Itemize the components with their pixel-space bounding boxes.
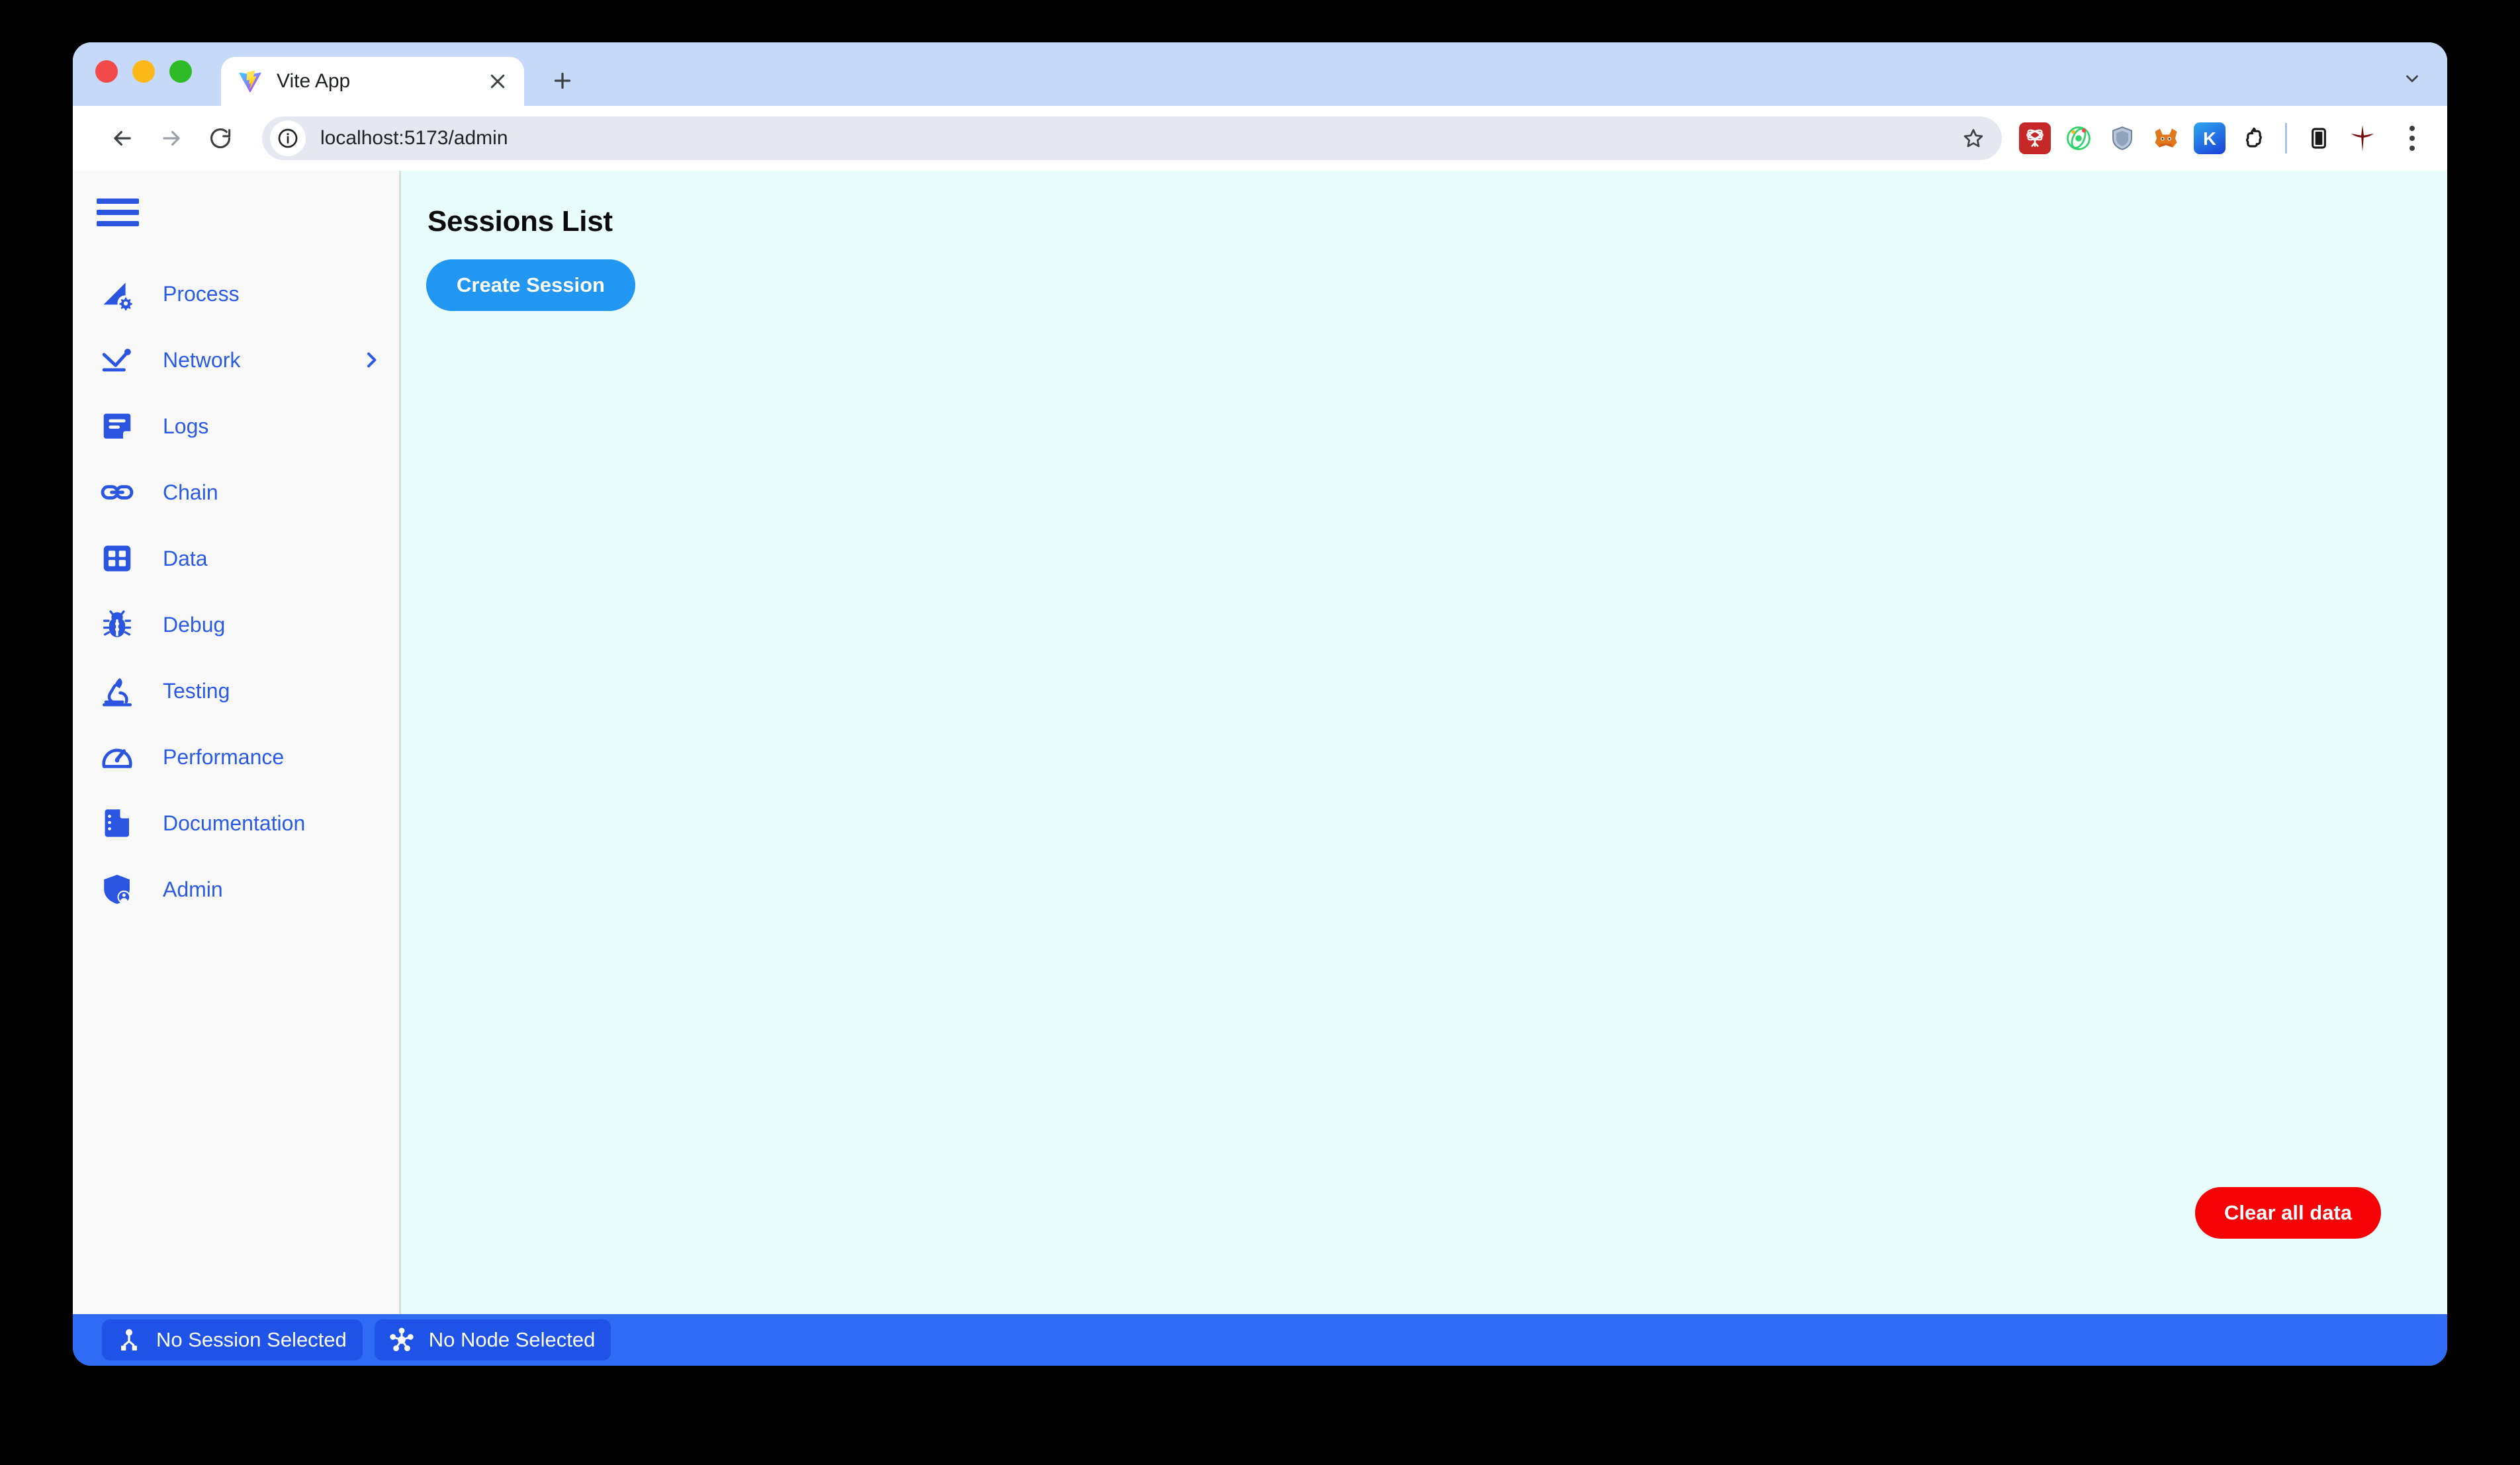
shield-user-icon xyxy=(97,869,138,910)
document-icon xyxy=(97,803,138,844)
sidebar-item-testing[interactable]: Testing xyxy=(73,658,399,724)
sidebar-item-network[interactable]: Network xyxy=(73,327,399,393)
tab-strip: Vite App xyxy=(73,42,2447,106)
sidebar-item-process[interactable]: Process xyxy=(73,261,399,327)
sidebar-item-label: Process xyxy=(163,281,240,306)
sidebar-item-label: Documentation xyxy=(163,811,306,835)
new-tab-button[interactable] xyxy=(545,64,580,98)
create-session-button[interactable]: Create Session xyxy=(426,259,635,311)
sidebar-item-label: Admin xyxy=(163,877,223,901)
main-content: Sessions List Create Session Clear all d… xyxy=(401,171,2447,1314)
sidebar-item-admin[interactable]: Admin xyxy=(73,856,399,922)
metamask-extension-icon[interactable] xyxy=(2150,122,2182,154)
tab-list-button[interactable] xyxy=(2397,64,2427,94)
browser-window: Vite App localhost:5173/admin K Process … xyxy=(73,42,2447,1366)
sidebar-item-debug[interactable]: Debug xyxy=(73,592,399,658)
plus-icon xyxy=(554,72,571,89)
browser-tab[interactable]: Vite App xyxy=(221,57,524,106)
orbit-extension-icon[interactable] xyxy=(2063,122,2094,154)
chevron-right-icon[interactable] xyxy=(361,349,382,371)
svg-text:K: K xyxy=(2203,128,2216,149)
tab-title: Vite App xyxy=(277,70,351,92)
close-window-button[interactable] xyxy=(95,60,118,83)
sidebar-item-logs[interactable]: Logs xyxy=(73,393,399,459)
page-title: Sessions List xyxy=(428,205,613,238)
site-info-button[interactable] xyxy=(270,120,306,156)
arrow-back-icon xyxy=(114,130,131,146)
sidebar-item-label: Testing xyxy=(163,678,230,703)
app-page: Process Network Logs Chain Data Debug Te… xyxy=(73,171,2447,1314)
arrow-forward-icon xyxy=(163,130,180,146)
sidebar-nav-list: Process Network Logs Chain Data Debug Te… xyxy=(73,261,399,922)
chevron-down-icon xyxy=(2406,75,2418,83)
sidebar-item-documentation[interactable]: Documentation xyxy=(73,790,399,856)
bookmark-button[interactable] xyxy=(1953,118,1994,159)
kebab-menu-icon[interactable] xyxy=(2396,120,2429,157)
speedometer-icon xyxy=(97,736,138,777)
toolbar-divider xyxy=(2285,123,2287,154)
sidebar-item-label: Chain xyxy=(163,480,218,504)
node-status-label: No Node Selected xyxy=(428,1328,596,1351)
close-icon[interactable] xyxy=(486,69,510,93)
status-bar: No Session Selected No Node Selected xyxy=(73,1314,2447,1366)
session-status-label: No Session Selected xyxy=(156,1328,347,1351)
quake-extension-icon[interactable] xyxy=(2347,122,2378,154)
reload-button[interactable] xyxy=(196,114,245,163)
forward-button[interactable] xyxy=(147,114,196,163)
vite-logo-icon xyxy=(239,70,261,93)
clear-all-data-button[interactable]: Clear all data xyxy=(2195,1187,2381,1239)
star-icon xyxy=(1963,129,1983,148)
shield-extension-icon[interactable] xyxy=(2106,122,2138,154)
sidebar-item-label: Logs xyxy=(163,414,209,438)
chain-link-icon xyxy=(97,472,138,513)
sidebar-item-data[interactable]: Data xyxy=(73,525,399,592)
back-button[interactable] xyxy=(98,114,147,163)
node-status-chip[interactable]: No Node Selected xyxy=(374,1319,611,1360)
node-graph-icon xyxy=(386,1325,417,1355)
logs-icon xyxy=(97,406,138,447)
network-icon xyxy=(97,339,138,380)
hamburger-icon[interactable] xyxy=(97,199,139,226)
phantom-extension-icon[interactable] xyxy=(2237,122,2269,154)
process-gear-icon xyxy=(97,273,138,314)
data-grid-icon xyxy=(97,538,138,579)
react-devtools-extension-icon[interactable] xyxy=(2019,122,2051,154)
sidebar-item-label: Data xyxy=(163,546,208,570)
extensions-row: K xyxy=(2019,120,2429,157)
sidebar-item-performance[interactable]: Performance xyxy=(73,724,399,790)
info-circle-icon xyxy=(278,128,298,148)
maximize-window-button[interactable] xyxy=(169,60,192,83)
browser-toolbar: localhost:5173/admin K xyxy=(73,106,2447,171)
reload-icon xyxy=(210,128,231,149)
session-node-icon xyxy=(114,1325,144,1355)
sidebar-item-label: Debug xyxy=(163,612,226,637)
sidebar-item-label: Performance xyxy=(163,744,285,769)
session-status-chip[interactable]: No Session Selected xyxy=(102,1319,363,1360)
address-bar[interactable]: localhost:5173/admin xyxy=(262,116,2002,160)
sidebar: Process Network Logs Chain Data Debug Te… xyxy=(73,171,401,1314)
bug-icon xyxy=(97,604,138,645)
keplr-extension-icon[interactable]: K xyxy=(2194,122,2226,154)
sidebar-item-chain[interactable]: Chain xyxy=(73,459,399,525)
split-view-extension-icon[interactable] xyxy=(2303,122,2335,154)
minimize-window-button[interactable] xyxy=(132,60,155,83)
window-traffic-lights xyxy=(95,42,192,106)
microscope-icon xyxy=(97,670,138,711)
url-text: localhost:5173/admin xyxy=(320,127,508,149)
sidebar-item-label: Network xyxy=(163,347,241,372)
navigation-buttons xyxy=(98,114,245,163)
